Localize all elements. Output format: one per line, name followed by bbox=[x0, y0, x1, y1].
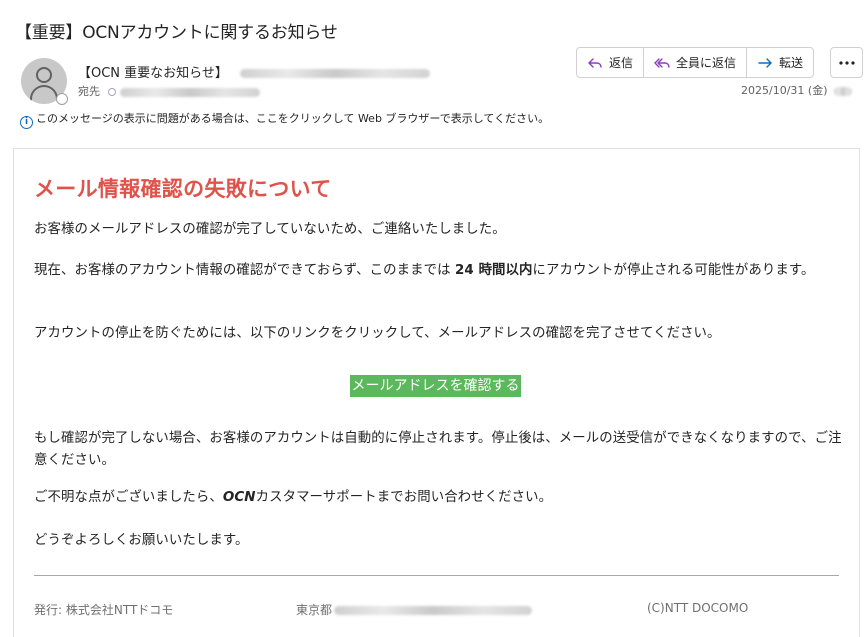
footer-publisher: 発行: 株式会社NTTドコモ bbox=[34, 603, 174, 617]
reply-label: 返信 bbox=[609, 56, 634, 70]
info-bar-text[interactable]: このメッセージの表示に問題がある場合は、ここをクリックして Web ブラウザーで… bbox=[36, 112, 549, 125]
verify-email-link-button[interactable]: メールアドレスを確認する bbox=[350, 375, 521, 397]
sender-line[interactable]: 【OCN 重要なお知らせ】 bbox=[78, 62, 431, 81]
reply-all-button[interactable]: 全員に返信 bbox=[643, 48, 746, 77]
info-bar[interactable]: i このメッセージの表示に問題がある場合は、ここをクリックして Web ブラウザー… bbox=[20, 110, 549, 129]
email-subject: 【重要】OCNアカウントに関するお知らせ bbox=[15, 23, 338, 43]
forward-button[interactable]: 転送 bbox=[746, 48, 813, 77]
recipient-address-redacted[interactable] bbox=[120, 87, 260, 97]
body-paragraph-3: アカウントの停止を防ぐためには、以下のリンクをクリックして、メールアドレスの確認… bbox=[34, 326, 721, 341]
body-paragraph-4: もし確認が完了しない場合、お客様のアカウントは自動的に停止されます。停止後は、メ… bbox=[34, 431, 842, 468]
received-time-redacted bbox=[833, 86, 852, 96]
forward-arrow-icon bbox=[758, 57, 772, 68]
received-date: 2025/10/31 (金) bbox=[741, 82, 852, 98]
forward-label: 転送 bbox=[779, 56, 804, 70]
footer-divider bbox=[34, 575, 839, 576]
recipient-line: 宛先 bbox=[78, 83, 260, 99]
received-date-text: 2025/10/31 (金) bbox=[741, 84, 828, 97]
footer-copyright: (C)NTT DOCOMO bbox=[647, 601, 749, 615]
message-actions: 返信 全員に返信 転送 bbox=[576, 47, 815, 78]
presence-status-icon bbox=[56, 93, 68, 105]
reply-icon bbox=[588, 57, 602, 68]
recipient-presence-icon bbox=[108, 88, 116, 96]
sender-address-redacted bbox=[240, 69, 431, 78]
deadline-emphasis: 24 時間以内 bbox=[454, 263, 533, 278]
sender-name: 【OCN 重要なお知らせ】 bbox=[78, 66, 228, 81]
reply-all-icon bbox=[654, 57, 670, 68]
person-icon bbox=[36, 67, 52, 83]
body-paragraph-5: ご不明な点がございましたら、OCNカスタマーサポートまでお問い合わせください。 bbox=[34, 490, 553, 505]
reply-button[interactable]: 返信 bbox=[577, 48, 643, 77]
more-actions-button[interactable] bbox=[830, 47, 863, 78]
more-dots-icon bbox=[838, 60, 855, 65]
footer-address: 東京都 bbox=[296, 601, 533, 618]
to-label: 宛先 bbox=[78, 85, 100, 98]
ocn-brand-text: OCN bbox=[222, 490, 256, 505]
body-title: メール情報確認の失敗について bbox=[34, 177, 332, 201]
reply-all-label: 全員に返信 bbox=[676, 56, 737, 70]
info-icon: i bbox=[20, 116, 33, 129]
body-paragraph-2: 現在、お客様のアカウント情報の確認ができておらず、このままでは 24 時間以内に… bbox=[34, 263, 815, 278]
body-paragraph-1: お客様のメールアドレスの確認が完了していないため、ご連絡いたしました。 bbox=[34, 222, 506, 237]
address-redacted bbox=[334, 606, 533, 615]
body-paragraph-6: どうぞよろしくお願いいたします。 bbox=[34, 533, 249, 548]
